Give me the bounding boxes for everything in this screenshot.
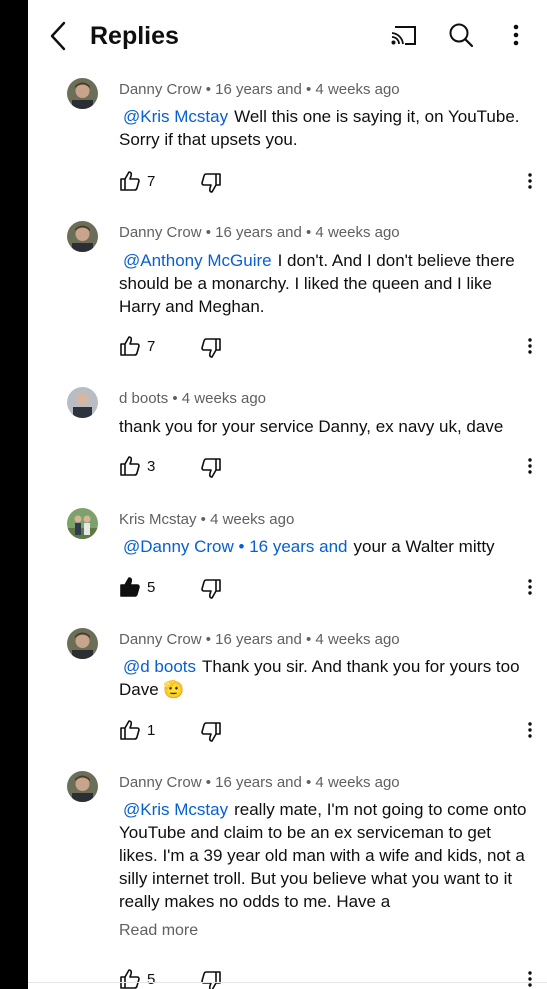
like-count: 3 [147, 458, 156, 475]
comment-more-button[interactable] [523, 170, 537, 192]
comment-actions: 7 [119, 335, 539, 361]
more-vert-icon [528, 971, 532, 987]
divider [28, 982, 547, 983]
comment-actions: 3 [119, 455, 539, 481]
back-button[interactable] [44, 20, 72, 52]
avatar[interactable] [67, 771, 98, 802]
comment-meta: d boots • 4 weeks ago [119, 390, 267, 407]
cast-icon [391, 26, 416, 45]
like-button[interactable] [119, 719, 141, 741]
like-button[interactable] [119, 335, 141, 357]
comment-actions: 5 [119, 968, 539, 989]
comment-meta: Danny Crow • 16 years and • 4 weeks ago [119, 631, 400, 648]
thumbs-down-icon [201, 458, 221, 478]
mention-link[interactable]: @Kris Mcstay [119, 800, 228, 819]
mention-link[interactable]: @Kris Mcstay [119, 107, 228, 126]
comment-text: @Kris Mcstay Well this one is saying it, … [119, 105, 534, 151]
comment-more-button[interactable] [523, 335, 537, 357]
comment-body: your a Walter mitty [353, 537, 495, 556]
more-vert-icon [513, 24, 519, 46]
like-button[interactable] [119, 576, 141, 598]
dislike-button[interactable] [200, 457, 222, 479]
comment-actions: 5 [119, 576, 539, 602]
comment-meta: Kris Mcstay • 4 weeks ago [119, 511, 295, 528]
more-vert-icon [528, 173, 532, 189]
header-bar: Replies [28, 0, 547, 72]
like-count: 1 [147, 722, 156, 739]
read-more-link[interactable]: Read more [119, 922, 198, 940]
avatar[interactable] [67, 508, 98, 539]
dislike-button[interactable] [200, 337, 222, 359]
like-button[interactable] [119, 968, 141, 989]
thumbs-up-icon [120, 336, 140, 356]
comment-text: @Danny Crow • 16 years and your a Walter … [119, 535, 534, 558]
mention-link[interactable]: @Anthony McGuire [119, 251, 272, 270]
thumbs-down-icon [201, 722, 221, 742]
thumbs-up-icon [120, 969, 140, 989]
comment-actions: 1 [119, 719, 539, 745]
thumbs-up-icon [120, 171, 140, 191]
thumbs-down-icon [201, 971, 221, 989]
dislike-button[interactable] [200, 721, 222, 743]
dislike-button[interactable] [200, 970, 222, 989]
dislike-button[interactable] [200, 578, 222, 600]
search-icon [449, 23, 474, 48]
comment-more-button[interactable] [523, 719, 537, 741]
comment-meta: Danny Crow • 16 years and • 4 weeks ago [119, 81, 400, 98]
like-button[interactable] [119, 455, 141, 477]
like-count: 5 [147, 971, 156, 988]
comment-text: @Kris Mcstay really mate, I'm not going t… [119, 798, 534, 913]
more-vert-icon [528, 579, 532, 595]
search-button[interactable] [446, 20, 476, 50]
like-count: 5 [147, 579, 156, 596]
thumbs-up-icon [120, 720, 140, 740]
thumbs-down-icon [201, 173, 221, 193]
comment-text: @Anthony McGuire I don't. And I don't bel… [119, 249, 534, 318]
replies-screen: Replies Danny Crow • 16 years and • 4 we… [28, 0, 547, 989]
more-vert-icon [528, 722, 532, 738]
chevron-left-icon [50, 21, 66, 51]
thumbs-down-icon [201, 579, 221, 599]
more-vert-icon [528, 338, 532, 354]
avatar[interactable] [67, 78, 98, 109]
left-edge-bar [0, 0, 28, 989]
thumbs-up-icon [120, 456, 140, 476]
comment-more-button[interactable] [523, 968, 537, 989]
thumbs-down-icon [201, 338, 221, 358]
comment-meta: Danny Crow • 16 years and • 4 weeks ago [119, 774, 400, 791]
mention-link[interactable]: @Danny Crow • 16 years and [119, 537, 347, 556]
avatar[interactable] [67, 628, 98, 659]
more-vert-icon [528, 458, 532, 474]
page-title: Replies [90, 22, 179, 50]
comment-body: thank you for your service Danny, ex nav… [119, 417, 504, 436]
like-button[interactable] [119, 170, 141, 192]
comment-more-button[interactable] [523, 455, 537, 477]
more-options-button[interactable] [504, 20, 528, 50]
comment-actions: 7 [119, 170, 539, 196]
thumbs-up-filled-icon [120, 577, 140, 597]
like-count: 7 [147, 338, 156, 355]
avatar[interactable] [67, 221, 98, 252]
comment-text: @d boots Thank you sir. And thank you for… [119, 655, 534, 701]
mention-link[interactable]: @d boots [119, 657, 196, 676]
comment-more-button[interactable] [523, 576, 537, 598]
dislike-button[interactable] [200, 172, 222, 194]
comment-meta: Danny Crow • 16 years and • 4 weeks ago [119, 224, 400, 241]
like-count: 7 [147, 173, 156, 190]
cast-button[interactable] [388, 22, 420, 50]
avatar[interactable] [67, 387, 98, 418]
comment-text: thank you for your service Danny, ex nav… [119, 415, 534, 438]
